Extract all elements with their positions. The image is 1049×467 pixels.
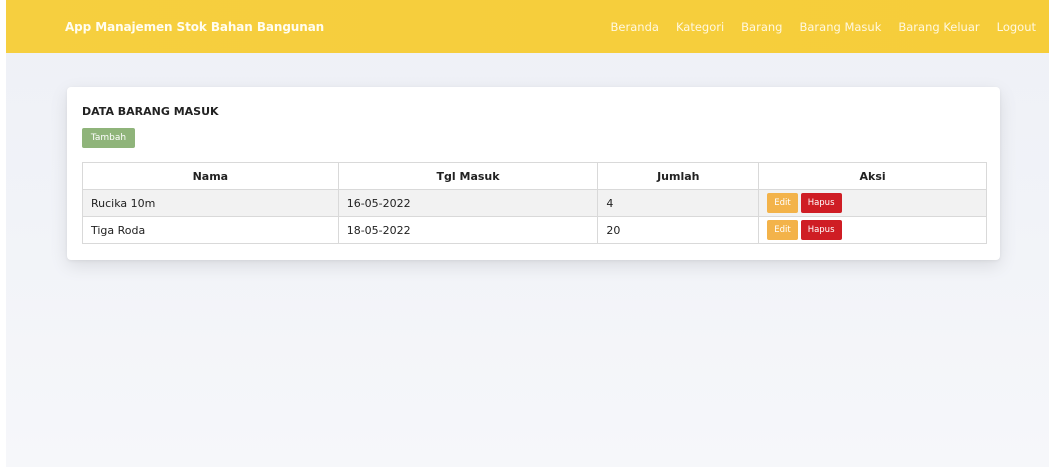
page-background: App Manajemen Stok Bahan Bangunan Berand… (6, 0, 1049, 467)
table-header-row: Nama Tgl Masuk Jumlah Aksi (82, 162, 987, 190)
data-card: DATA BARANG MASUK Tambah Nama Tgl Masuk … (67, 87, 1000, 260)
header-nama: Nama (82, 162, 339, 190)
card-title: DATA BARANG MASUK (82, 105, 219, 118)
edit-button[interactable]: Edit (767, 193, 798, 213)
nav-beranda[interactable]: Beranda (611, 20, 659, 34)
cell-jumlah: 4 (597, 189, 760, 217)
header-aksi: Aksi (758, 162, 987, 190)
cell-aksi: Edit Hapus (758, 189, 987, 217)
nav-barang[interactable]: Barang (741, 20, 782, 34)
barang-masuk-table: Nama Tgl Masuk Jumlah Aksi Rucika 10m 16… (82, 162, 987, 244)
cell-tgl-masuk: 18-05-2022 (337, 216, 599, 244)
edit-button[interactable]: Edit (767, 220, 798, 240)
nav-logout[interactable]: Logout (997, 20, 1036, 34)
nav-barang-masuk[interactable]: Barang Masuk (799, 20, 881, 34)
table-row: Rucika 10m 16-05-2022 4 Edit Hapus (82, 189, 987, 217)
navbar: App Manajemen Stok Bahan Bangunan Berand… (6, 0, 1049, 53)
nav-menu: Beranda Kategori Barang Barang Masuk Bar… (594, 20, 1036, 34)
add-button[interactable]: Tambah (82, 128, 135, 148)
cell-nama: Tiga Roda (82, 216, 339, 244)
table-row: Tiga Roda 18-05-2022 20 Edit Hapus (82, 216, 987, 244)
delete-button[interactable]: Hapus (800, 193, 842, 213)
nav-kategori[interactable]: Kategori (676, 20, 724, 34)
header-tgl-masuk: Tgl Masuk (337, 162, 599, 190)
nav-barang-keluar[interactable]: Barang Keluar (898, 20, 979, 34)
cell-nama: Rucika 10m (82, 189, 339, 217)
header-jumlah: Jumlah (597, 162, 760, 190)
brand-title[interactable]: App Manajemen Stok Bahan Bangunan (65, 20, 324, 34)
cell-tgl-masuk: 16-05-2022 (337, 189, 599, 217)
cell-jumlah: 20 (597, 216, 760, 244)
cell-aksi: Edit Hapus (758, 216, 987, 244)
delete-button[interactable]: Hapus (800, 220, 842, 240)
